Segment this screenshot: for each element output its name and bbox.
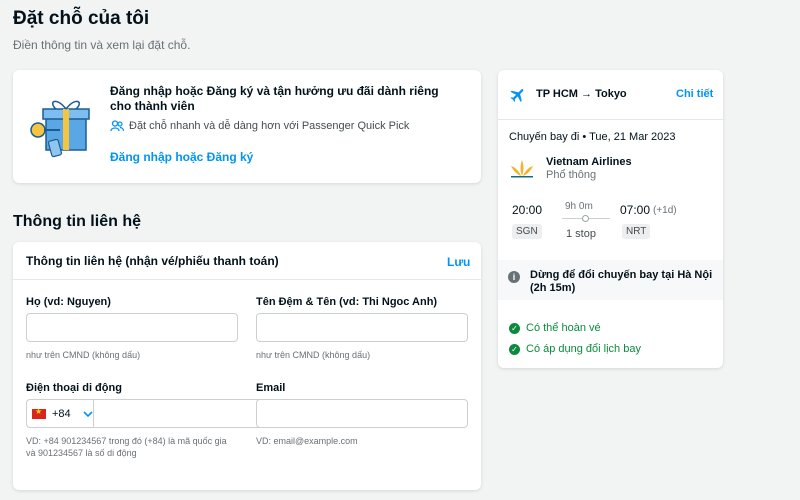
flight-detail-link[interactable]: Chi tiết — [676, 88, 713, 100]
login-register-link[interactable]: Đăng nhập hoặc Đăng ký — [110, 150, 253, 164]
depart-time: 20:00 — [512, 203, 543, 217]
vietnam-airlines-logo-icon — [511, 160, 533, 178]
check-circle-icon: ✓ — [509, 343, 520, 355]
first-name-field[interactable] — [256, 313, 468, 342]
login-card: Đăng nhập hoặc Đăng ký và tận hưởng ưu đ… — [13, 70, 481, 183]
first-name-label: Tên Đệm & Tên (vd: Thi Ngoc Anh) — [256, 296, 438, 308]
airline-name: Vietnam Airlines — [546, 156, 632, 168]
arrive-day-offset: (+1d) — [653, 205, 677, 216]
benefit-reschedule: ✓ Có áp dụng đổi lịch bay — [509, 343, 641, 355]
login-heading: Đăng nhập hoặc Đăng ký và tận hưởng ưu đ… — [110, 84, 439, 113]
quick-pick-note: Đặt chỗ nhanh và dễ dàng hơn với Passeng… — [110, 120, 409, 132]
departure-date: Chuyến bay đi • Tue, 21 Mar 2023 — [509, 131, 676, 143]
phone-input-group: +84 — [26, 399, 272, 428]
benefit-refundable-text: Có thể hoàn vé — [526, 322, 601, 334]
stop-dot — [582, 215, 589, 222]
phone-hint: VD: +84 901234567 trong đó (+84) là mã q… — [26, 435, 227, 459]
last-name-hint: như trên CMND (không dấu) — [26, 350, 141, 360]
check-circle-icon: ✓ — [509, 322, 520, 334]
users-icon — [110, 120, 124, 132]
country-code-select[interactable]: +84 — [26, 399, 93, 428]
flight-duration: 9h 0m — [565, 201, 593, 212]
stops-count: 1 stop — [566, 228, 596, 240]
arrive-airport-code: NRT — [622, 224, 651, 239]
contact-card-title: Thông tin liên hệ (nhận vé/phiếu thanh t… — [26, 254, 279, 268]
email-label: Email — [256, 382, 286, 394]
save-button[interactable]: Lưu — [447, 255, 470, 269]
page-title: Đặt chỗ của tôi — [13, 8, 150, 29]
cabin-class: Phổ thông — [546, 169, 597, 181]
airplane-icon — [510, 89, 524, 102]
vietnam-flag-icon — [32, 407, 46, 419]
phone-number-field[interactable] — [92, 399, 272, 428]
email-field[interactable] — [256, 399, 468, 428]
phone-hint-line-1: VD: +84 901234567 trong đó (+84) là mã q… — [26, 436, 227, 446]
flight-card-header: TP HCM → Tokyo Chi tiết — [498, 70, 723, 120]
gift-box-icon — [30, 100, 90, 158]
page-subtitle: Điền thông tin và xem lại đặt chỗ. — [13, 38, 191, 52]
contact-section-title: Thông tin liên hệ — [13, 213, 141, 230]
phone-label: Điện thoại di động — [26, 382, 122, 394]
benefit-refundable: ✓ Có thể hoàn vé — [509, 322, 601, 334]
contact-card: Thông tin liên hệ (nhận vé/phiếu thanh t… — [13, 242, 481, 490]
flight-summary-card: TP HCM → Tokyo Chi tiết Chuyến bay đi • … — [498, 70, 723, 368]
country-code-value: +84 — [52, 407, 71, 420]
contact-card-header: Thông tin liên hệ (nhận vé/phiếu thanh t… — [13, 242, 481, 280]
last-name-label: Họ (vd: Nguyen) — [26, 296, 111, 308]
quick-pick-text: Đặt chỗ nhanh và dễ dàng hơn với Passeng… — [129, 120, 410, 132]
flight-route: TP HCM → Tokyo — [536, 88, 627, 100]
first-name-hint: như trên CMND (không dấu) — [256, 350, 371, 360]
benefit-reschedule-text: Có áp dụng đổi lịch bay — [526, 343, 641, 355]
email-hint: VD: email@example.com — [256, 436, 358, 446]
stopover-text: Dừng để đổi chuyến bay tại Hà Nội (2h 15… — [530, 269, 713, 294]
phone-hint-line-2: và 901234567 là số di động — [26, 448, 137, 458]
info-icon: i — [508, 271, 520, 283]
arrive-time: 07:00 — [620, 203, 651, 217]
last-name-field[interactable] — [26, 313, 238, 342]
depart-airport-code: SGN — [512, 224, 542, 239]
chevron-down-icon — [83, 410, 93, 417]
